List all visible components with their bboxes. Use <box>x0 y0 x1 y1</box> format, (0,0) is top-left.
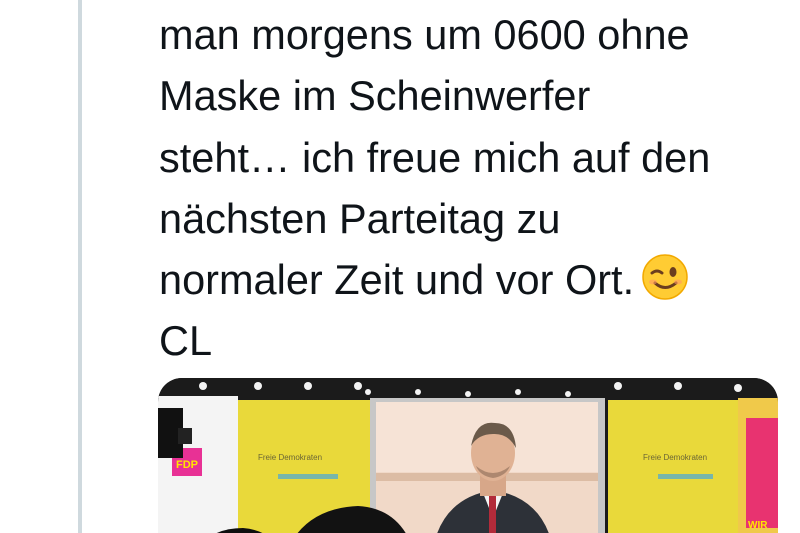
banner-text-right: Freie Demokraten <box>643 453 707 462</box>
tweet-text-line: steht… ich freue mich auf den <box>159 133 711 181</box>
tweet-text-line: man morgens um 0600 ohne <box>159 11 690 58</box>
banner-text-left: Freie Demokraten <box>258 453 322 462</box>
tweet-media-image[interactable]: FDP Freie Demokraten Freie Demokraten WI… <box>158 378 778 533</box>
tweet-text-line-with-emoji: normaler Zeit und vor Ort. <box>159 249 799 310</box>
right-banner-text: WIR <box>748 520 768 531</box>
tweet-text-line: CL <box>159 317 213 365</box>
winking-face-icon <box>640 252 690 302</box>
tweet-text: man morgens um 0600 ohne Maske im Schein… <box>159 4 799 372</box>
side-banner-text: FDP <box>176 459 198 471</box>
thread-connector-line <box>78 0 82 533</box>
party-congress-stage-photo: FDP Freie Demokraten Freie Demokraten WI… <box>158 378 778 533</box>
tweet-text-line: nächsten Parteitag zu <box>159 194 561 242</box>
tweet-text-segment: normaler Zeit und vor Ort. <box>159 256 635 304</box>
tweet-screenshot: man morgens um 0600 ohne Maske im Schein… <box>0 0 800 533</box>
tweet-text-line: Maske im Scheinwerfer <box>159 72 591 120</box>
